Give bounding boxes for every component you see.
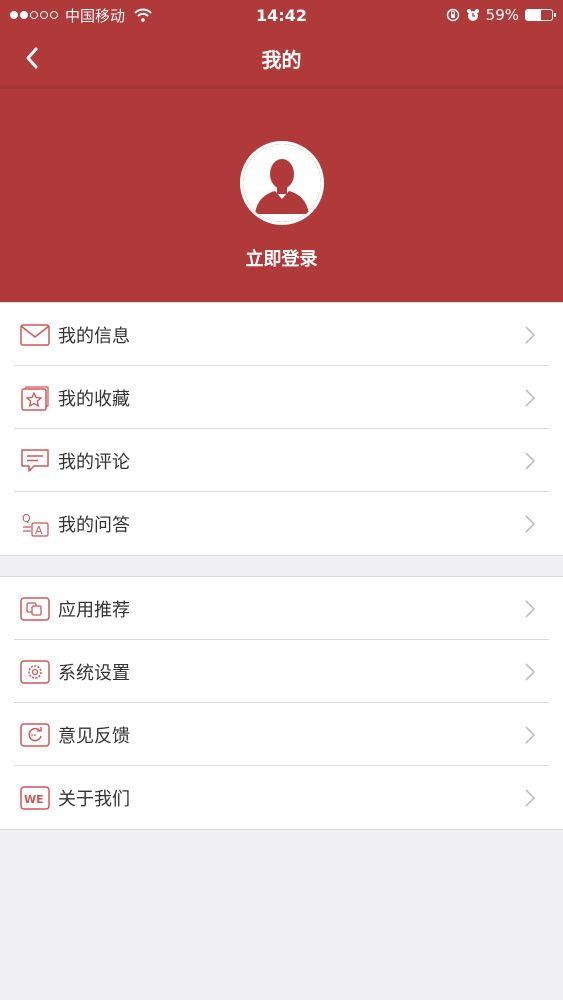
chevron-right-icon (525, 388, 536, 407)
chevron-right-icon (525, 451, 536, 470)
menu-group-personal: 我的信息 我的收藏 我的评论 Q A 我的问答 (0, 302, 563, 556)
carrier-name: 中国移动 (65, 6, 126, 25)
avatar[interactable] (239, 141, 324, 225)
menu-item-my-comments[interactable]: 我的评论 (0, 429, 563, 492)
menu-item-my-favorites[interactable]: 我的收藏 (0, 366, 563, 429)
menu-item-system-settings[interactable]: 系统设置 (0, 640, 563, 703)
svg-text:A: A (35, 524, 43, 537)
menu-item-label: 我的收藏 (58, 388, 130, 410)
chevron-right-icon (525, 788, 536, 807)
chevron-left-icon (25, 47, 39, 69)
alarm-icon (466, 8, 480, 22)
menu-item-my-info[interactable]: 我的信息 (0, 303, 563, 366)
menu-item-label: 我的问答 (58, 514, 130, 536)
menu-item-label: 意见反馈 (58, 725, 130, 747)
status-right: 59% (446, 6, 556, 24)
star-icon (20, 385, 50, 411)
chevron-right-icon (525, 325, 536, 344)
feedback-icon (20, 722, 50, 748)
status-bar: 中国移动 14:42 59% (0, 0, 563, 30)
wifi-icon (134, 8, 152, 22)
page-title: 我的 (261, 47, 302, 72)
apps-icon (20, 596, 50, 622)
nav-bar: 我的 (0, 30, 563, 86)
chevron-right-icon (525, 725, 536, 744)
rotation-lock-icon (446, 8, 460, 22)
battery-level (526, 10, 542, 20)
menu-group-app: 应用推荐 系统设置 意见反馈 WE 关于我们 (0, 576, 563, 830)
signal-strength-icon (10, 11, 58, 19)
comment-icon (20, 448, 50, 474)
we-icon: WE (20, 785, 50, 811)
battery-icon (525, 9, 556, 21)
qa-icon: Q A (20, 511, 50, 537)
menu-item-label: 我的信息 (58, 325, 130, 347)
svg-text:Q: Q (22, 512, 31, 525)
gear-icon (20, 659, 50, 685)
svg-text:WE: WE (24, 793, 44, 806)
menu-item-label: 关于我们 (58, 788, 130, 810)
menu-item-label: 系统设置 (58, 662, 130, 684)
profile-section: 立即登录 (0, 89, 563, 271)
menu-item-feedback[interactable]: 意见反馈 (0, 703, 563, 766)
menu-item-my-qa[interactable]: Q A 我的问答 (0, 492, 563, 555)
status-left: 中国移动 (10, 5, 152, 26)
menu-item-label: 应用推荐 (58, 599, 130, 621)
chevron-right-icon (525, 514, 536, 533)
envelope-icon (20, 322, 50, 348)
user-silhouette-icon (242, 144, 321, 222)
menu-item-about-us[interactable]: WE 关于我们 (0, 766, 563, 829)
menu-item-app-recommend[interactable]: 应用推荐 (0, 577, 563, 640)
battery-percentage: 59% (485, 6, 519, 24)
login-button[interactable]: 立即登录 (246, 245, 318, 271)
chevron-right-icon (525, 662, 536, 681)
profile-header: 中国移动 14:42 59% 我的 立即登录 (0, 0, 563, 302)
chevron-right-icon (525, 599, 536, 618)
nav-divider (0, 86, 563, 89)
back-button[interactable] (16, 42, 48, 74)
menu-item-label: 我的评论 (58, 451, 130, 473)
